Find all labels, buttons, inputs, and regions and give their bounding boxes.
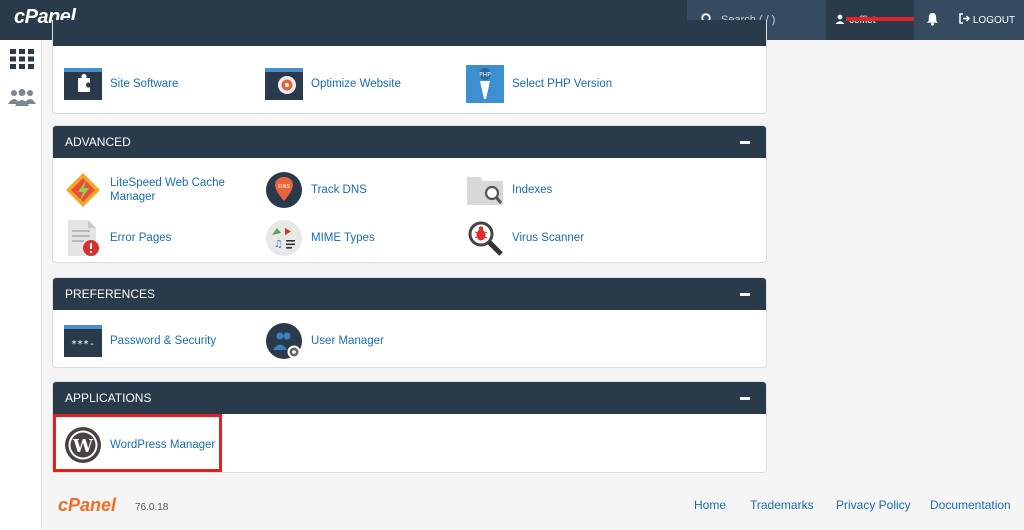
indexes-label: Indexes <box>512 184 553 196</box>
site-software-link[interactable]: Site Software <box>64 65 178 103</box>
mime-icon: ♫ <box>265 219 303 257</box>
collapse-icon[interactable] <box>740 141 750 144</box>
user-manager-link[interactable]: User Manager <box>265 322 384 360</box>
grid-icon <box>10 48 34 72</box>
error-pages-link[interactable]: Error Pages <box>64 219 171 257</box>
php-icon: PHP <box>466 65 504 103</box>
optimize-website-link[interactable]: Optimize Website <box>265 65 401 103</box>
user-icon <box>835 14 845 27</box>
password-security-label: Password & Security <box>110 335 217 347</box>
applications-title: APPLICATIONS <box>65 391 152 405</box>
collapse-icon[interactable] <box>740 293 750 296</box>
preferences-panel-header[interactable]: PREFERENCES <box>53 278 766 310</box>
mime-types-link[interactable]: ♫ MIME Types <box>265 219 375 257</box>
puzzle-icon <box>64 65 102 103</box>
preferences-panel: PREFERENCES ***- Password & Security Use… <box>52 277 767 368</box>
preferences-title: PREFERENCES <box>65 287 156 301</box>
svg-text:***-: ***- <box>71 339 95 350</box>
logout-icon <box>959 13 970 27</box>
track-dns-label: Track DNS <box>311 184 367 196</box>
collapse-icon[interactable] <box>740 397 750 400</box>
logout-button[interactable]: LOGOUT <box>950 0 1024 40</box>
software-panel-header <box>53 20 766 46</box>
site-software-label: Site Software <box>110 78 179 90</box>
advanced-panel-header[interactable]: ADVANCED <box>53 126 766 158</box>
error-page-icon <box>64 219 102 257</box>
users-icon <box>8 88 36 109</box>
applications-panel-header[interactable]: APPLICATIONS <box>53 382 766 414</box>
footer-link-home[interactable]: Home <box>694 498 726 512</box>
user-manager-label: User Manager <box>311 335 384 347</box>
sidebar-users-button[interactable] <box>8 85 36 111</box>
footer-cpanel-logo: cPanel <box>58 495 117 515</box>
logout-label: LOGOUT <box>972 14 1016 26</box>
sidebar <box>0 40 42 530</box>
user-manager-icon <box>265 322 303 360</box>
dns-icon: DNS <box>265 171 303 209</box>
footer-link-trademarks[interactable]: Trademarks <box>750 498 814 512</box>
password-security-link[interactable]: ***- Password & Security <box>64 322 216 360</box>
advanced-panel: ADVANCED LiteSpeed Web Cache Manager DNS… <box>52 125 767 263</box>
footer-link-documentation[interactable]: Documentation <box>930 498 1011 512</box>
folder-search-icon <box>466 171 504 209</box>
virus-scanner-label: Virus Scanner <box>512 232 585 244</box>
bell-icon <box>926 12 939 29</box>
svg-text:♫: ♫ <box>274 239 283 250</box>
version-number: 76.0.18 <box>135 502 169 513</box>
notifications-button[interactable] <box>914 0 950 40</box>
optimize-icon <box>265 65 303 103</box>
password-icon: ***- <box>64 322 102 360</box>
litespeed-icon <box>64 171 102 209</box>
track-dns-link[interactable]: DNS Track DNS <box>265 171 367 209</box>
software-panel: Site Software Optimize Website PHP Selec… <box>52 20 767 114</box>
svg-text:PHP: PHP <box>479 72 491 79</box>
optimize-website-label: Optimize Website <box>311 78 401 90</box>
error-pages-label: Error Pages <box>110 232 172 244</box>
virus-scanner-link[interactable]: Virus Scanner <box>466 219 584 257</box>
svg-text:DNS: DNS <box>278 184 290 190</box>
sidebar-home-button[interactable] <box>9 47 35 73</box>
select-php-version-label: Select PHP Version <box>512 78 613 90</box>
footer-link-privacy-policy[interactable]: Privacy Policy <box>836 498 911 512</box>
virus-scanner-icon <box>466 219 504 257</box>
advanced-title: ADVANCED <box>65 135 131 149</box>
litespeed-link[interactable]: LiteSpeed Web Cache Manager <box>64 171 228 209</box>
highlight-box <box>53 414 222 472</box>
select-php-version-link[interactable]: PHP Select PHP Version <box>466 65 612 103</box>
user-menu[interactable]: cofflet <box>826 0 928 40</box>
indexes-link[interactable]: Indexes <box>466 171 552 209</box>
mime-types-label: MIME Types <box>311 232 375 244</box>
litespeed-label: LiteSpeed Web Cache Manager <box>110 177 225 203</box>
